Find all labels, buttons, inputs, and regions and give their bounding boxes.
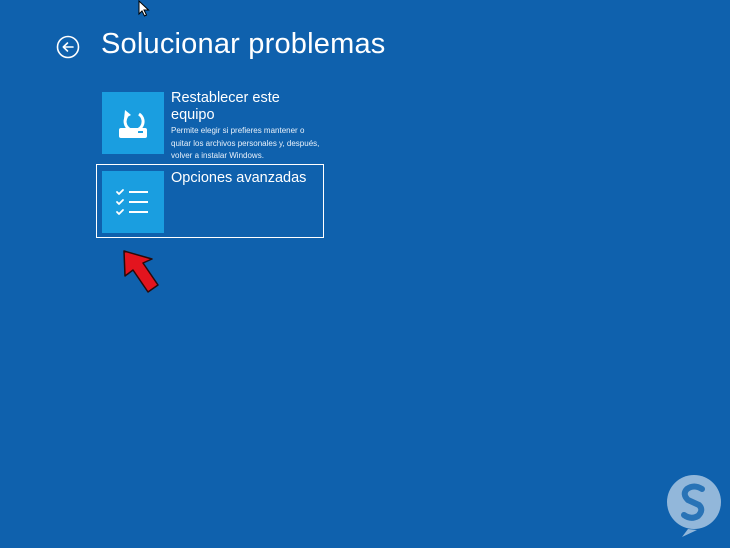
checklist-icon: [102, 171, 164, 233]
solvetic-logo-icon: [664, 472, 724, 543]
arrow-left-circle-icon: [56, 35, 80, 59]
tile-title: Restablecer este equipo: [171, 90, 280, 123]
advanced-options-option[interactable]: Opciones avanzadas: [96, 164, 324, 238]
reset-pc-option[interactable]: Restablecer este equipo Permite elegir s…: [102, 90, 324, 160]
tile-description: Permite elegir si prefieres mantener o q…: [171, 126, 320, 160]
red-arrow-icon: [118, 248, 164, 303]
back-button[interactable]: [56, 35, 80, 59]
reset-pc-icon: [102, 92, 164, 154]
tile-title: Opciones avanzadas: [171, 170, 307, 186]
page-title: Solucionar problemas: [101, 28, 386, 60]
mouse-cursor-icon: [138, 0, 150, 22]
